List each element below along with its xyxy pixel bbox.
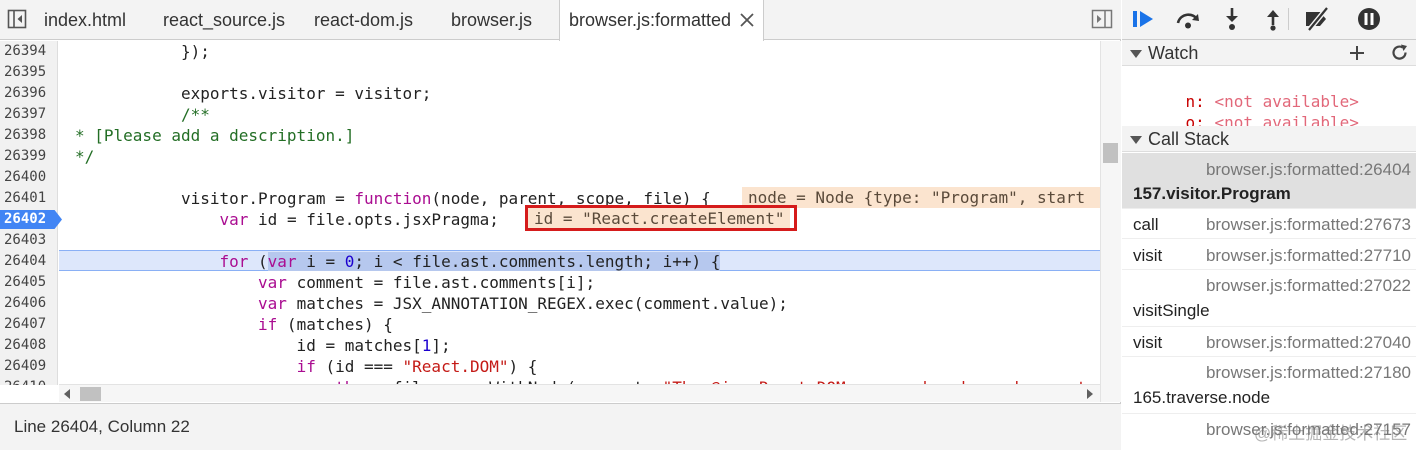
line-number[interactable]: 26400 xyxy=(0,167,58,188)
line-number[interactable]: 26396 xyxy=(0,83,58,104)
vertical-scrollbar[interactable] xyxy=(1100,41,1121,402)
code-line: var matches = JSX_ANNOTATION_REGEX.exec(… xyxy=(258,294,788,313)
code-line: * [Please add a description.] xyxy=(75,126,355,145)
frame-location: browser.js:formatted:27040 xyxy=(1205,333,1411,352)
code-line: var id = file.opts.jsxPragma; xyxy=(219,210,499,229)
code-line: var comment = file.ast.comments[i]; xyxy=(258,273,596,292)
frame-location: browser.js:formatted:27022 xyxy=(1205,276,1411,295)
tab-browser-js[interactable]: browser.js xyxy=(451,0,532,40)
step-over-icon[interactable] xyxy=(1174,6,1202,32)
code-line: }); xyxy=(75,42,210,61)
line-number[interactable]: 26408 xyxy=(0,335,58,356)
frame-name: visitSingle xyxy=(1133,301,1210,320)
highlight-callout-box xyxy=(525,205,797,231)
frame-name: 165.traverse.node xyxy=(1133,388,1271,407)
line-number: 26402 xyxy=(4,211,47,227)
collapse-triangle-icon[interactable] xyxy=(1130,50,1142,58)
add-watch-icon[interactable] xyxy=(1349,45,1365,61)
status-bar: Line 26404, Column 22 xyxy=(0,403,1121,450)
line-number[interactable]: 26403 xyxy=(0,230,58,251)
line-number[interactable]: 26406 xyxy=(0,293,58,314)
watermark: @稀土掘金技术社区 xyxy=(1254,424,1408,443)
line-number[interactable]: 26404 xyxy=(0,251,58,272)
breakpoint-line-number[interactable]: 26402 xyxy=(0,209,62,230)
call-stack-frame[interactable]: visit browser.js:formatted:27040 xyxy=(1122,328,1416,357)
tab-index-html[interactable]: index.html xyxy=(44,0,126,40)
tab-browser-js-formatted[interactable]: browser.js:formatted xyxy=(559,0,764,41)
call-stack-frame[interactable]: browser.js:formatted:27022 visitSingle xyxy=(1122,271,1416,327)
code-line: id = matches[1]; xyxy=(75,336,451,355)
frame-location: browser.js:formatted:27180 xyxy=(1205,363,1411,382)
section-title: Call Stack xyxy=(1148,129,1230,149)
frame-name: visit xyxy=(1133,333,1163,352)
collapse-triangle-icon[interactable] xyxy=(1130,136,1142,144)
step-into-icon[interactable] xyxy=(1218,6,1246,32)
close-icon[interactable] xyxy=(738,11,756,29)
line-number[interactable]: 26410 xyxy=(0,377,58,385)
scrollbar-thumb[interactable] xyxy=(80,387,101,401)
cursor-position: Line 26404, Column 22 xyxy=(14,417,190,436)
frame-name: call xyxy=(1133,215,1159,234)
horizontal-scrollbar[interactable] xyxy=(59,384,1100,402)
tab-react-dom-js[interactable]: react-dom.js xyxy=(314,0,413,40)
call-stack-frame[interactable]: browser.js:formatted:26404 157.visitor.P… xyxy=(1122,153,1416,209)
line-number[interactable]: 26409 xyxy=(0,356,58,377)
line-number[interactable]: 26394 xyxy=(0,41,58,62)
code-line: if (matches) { xyxy=(258,315,393,334)
line-number[interactable]: 26405 xyxy=(0,272,58,293)
line-number[interactable]: 26398 xyxy=(0,125,58,146)
call-stack-section-header[interactable]: Call Stack xyxy=(1122,126,1416,152)
scrollbar-thumb[interactable] xyxy=(1103,143,1118,163)
frame-location: browser.js:formatted:26404 xyxy=(1205,160,1411,179)
line-number[interactable]: 26407 xyxy=(0,314,58,335)
editor-tab-bar: index.html react_source.js react-dom.js … xyxy=(0,0,1121,41)
resume-icon[interactable] xyxy=(1130,6,1158,32)
refresh-watch-icon[interactable] xyxy=(1391,44,1409,62)
toolbar-separator xyxy=(1288,8,1289,30)
code-line: if (id === "React.DOM") { xyxy=(296,357,538,376)
watch-expression[interactable]: o: <not available> xyxy=(1147,93,1359,132)
frame-name: visit xyxy=(1133,246,1163,265)
pause-on-exceptions-icon[interactable] xyxy=(1355,6,1383,32)
watch-section-header[interactable]: Watch xyxy=(1122,40,1416,66)
frame-name: 157.visitor.Program xyxy=(1133,184,1291,203)
call-stack-frame[interactable]: browser.js:formatted:27180 165.traverse.… xyxy=(1122,358,1416,414)
line-number[interactable]: 26399 xyxy=(0,146,58,167)
line-number[interactable]: 26401 xyxy=(0,188,58,209)
call-stack-frame[interactable]: call browser.js:formatted:27673 xyxy=(1122,210,1416,239)
debugger-toolbar xyxy=(1122,0,1416,40)
code-editor[interactable]: 26394 26395 26396 26397 26398 26399 2640… xyxy=(0,41,1100,385)
frame-location: browser.js:formatted:27710 xyxy=(1205,246,1411,265)
scroll-right-icon[interactable] xyxy=(1087,389,1093,399)
code-line: */ xyxy=(75,147,95,166)
line-number-gutter[interactable]: 26394 26395 26396 26397 26398 26399 2640… xyxy=(0,41,62,385)
code-line: /** xyxy=(180,105,210,124)
debugger-sidebar: Watch n: <not available> o: <not availab… xyxy=(1122,0,1416,450)
tab-label: browser.js:formatted xyxy=(569,10,732,30)
call-stack-frame[interactable]: visit browser.js:formatted:27710 xyxy=(1122,240,1416,270)
line-number[interactable]: 26395 xyxy=(0,62,58,83)
code-line-paused: for (var i = 0; i < file.ast.comments.le… xyxy=(219,252,721,271)
tab-react-source-js[interactable]: react_source.js xyxy=(163,0,285,40)
sources-panel: index.html react_source.js react-dom.js … xyxy=(0,0,1121,450)
step-out-icon[interactable] xyxy=(1259,6,1287,32)
code-line: exports.visitor = visitor; xyxy=(75,84,432,103)
section-title: Watch xyxy=(1148,43,1199,63)
scroll-left-icon[interactable] xyxy=(64,389,70,399)
line-number[interactable]: 26397 xyxy=(0,104,58,125)
deactivate-breakpoints-icon[interactable] xyxy=(1303,6,1331,32)
frame-location: browser.js:formatted:27673 xyxy=(1205,215,1411,234)
navigator-toggle-icon[interactable] xyxy=(7,9,27,29)
debugger-toggle-icon[interactable] xyxy=(1091,9,1113,29)
watch-expression[interactable]: n: <not available> xyxy=(1147,72,1359,111)
